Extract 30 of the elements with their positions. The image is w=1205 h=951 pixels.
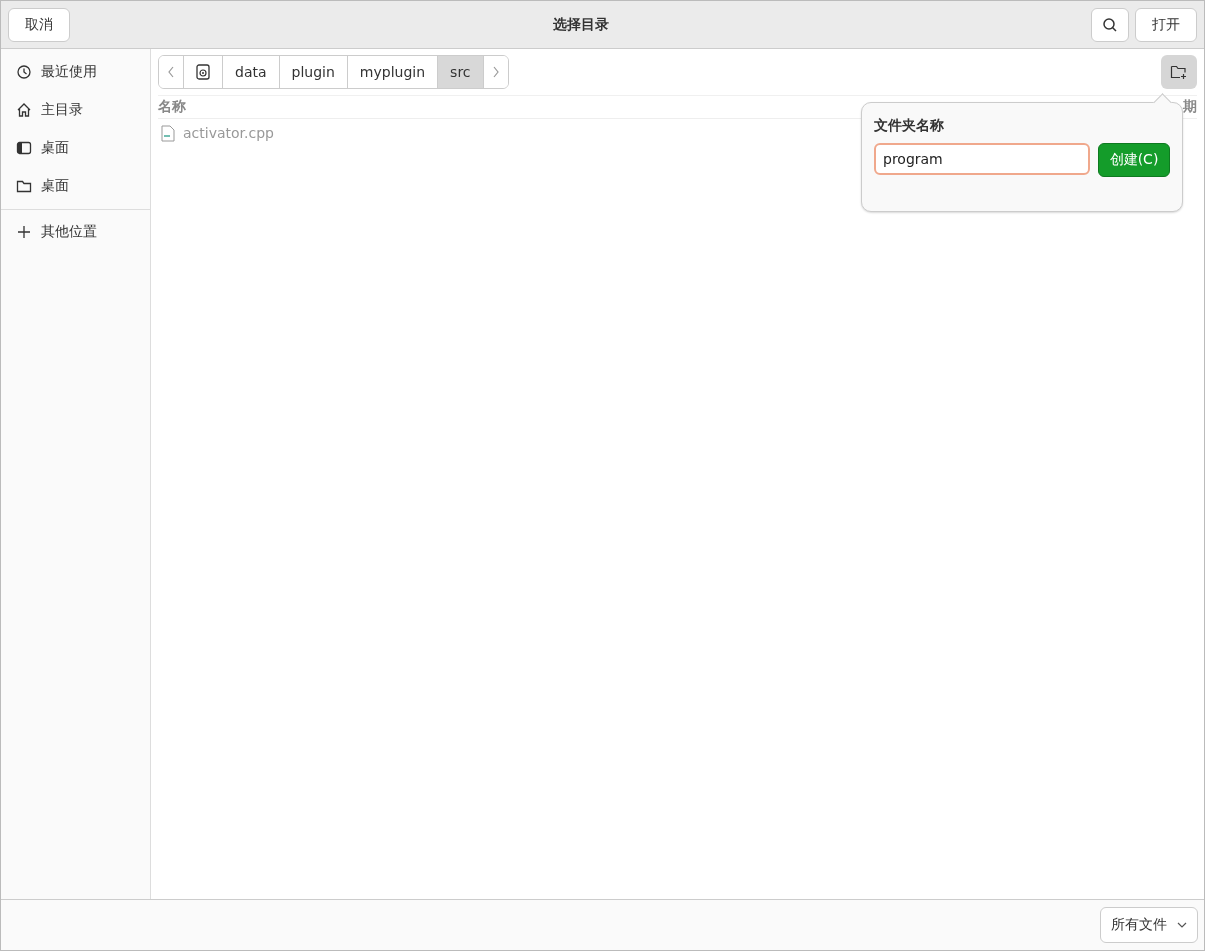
chevron-left-icon bbox=[167, 66, 175, 78]
window-title: 选择目录 bbox=[551, 15, 610, 34]
chevron-right-icon bbox=[491, 66, 500, 78]
create-button[interactable]: 创建(C) bbox=[1098, 143, 1170, 177]
new-folder-button[interactable] bbox=[1161, 55, 1197, 89]
file-name: activator.cpp bbox=[183, 125, 274, 141]
desktop-icon bbox=[16, 140, 32, 156]
folder-icon bbox=[16, 178, 32, 194]
drive-icon bbox=[196, 64, 210, 80]
search-button[interactable] bbox=[1091, 7, 1129, 42]
open-button[interactable]: 打开 bbox=[1135, 7, 1197, 42]
sidebar-item[interactable]: 最近使用 bbox=[1, 53, 150, 91]
folder-name-label: 文件夹名称 bbox=[874, 117, 945, 135]
file-filter-dropdown[interactable]: 所有文件 bbox=[1100, 907, 1198, 943]
plus-icon bbox=[16, 224, 32, 240]
sidebar-item[interactable]: 主目录 bbox=[1, 91, 150, 129]
chevron-down-icon bbox=[1177, 922, 1187, 928]
folder-name-field[interactable]: program bbox=[874, 143, 1090, 175]
search-icon bbox=[1102, 16, 1118, 33]
code-file-icon bbox=[161, 124, 175, 142]
column-header[interactable]: 期 bbox=[1183, 98, 1197, 116]
clock-icon bbox=[16, 64, 32, 80]
other-locations-item[interactable]: 其他位置 bbox=[1, 213, 150, 251]
cancel-button[interactable]: 取消 bbox=[8, 7, 70, 42]
home-icon bbox=[16, 102, 32, 118]
sidebar-item[interactable]: 桌面 bbox=[1, 167, 150, 205]
path-button[interactable]: src bbox=[438, 56, 484, 88]
folder-plus-icon bbox=[1170, 64, 1188, 80]
sidebar-item[interactable]: 桌面 bbox=[1, 129, 150, 167]
column-header[interactable]: 名称 bbox=[158, 98, 186, 116]
